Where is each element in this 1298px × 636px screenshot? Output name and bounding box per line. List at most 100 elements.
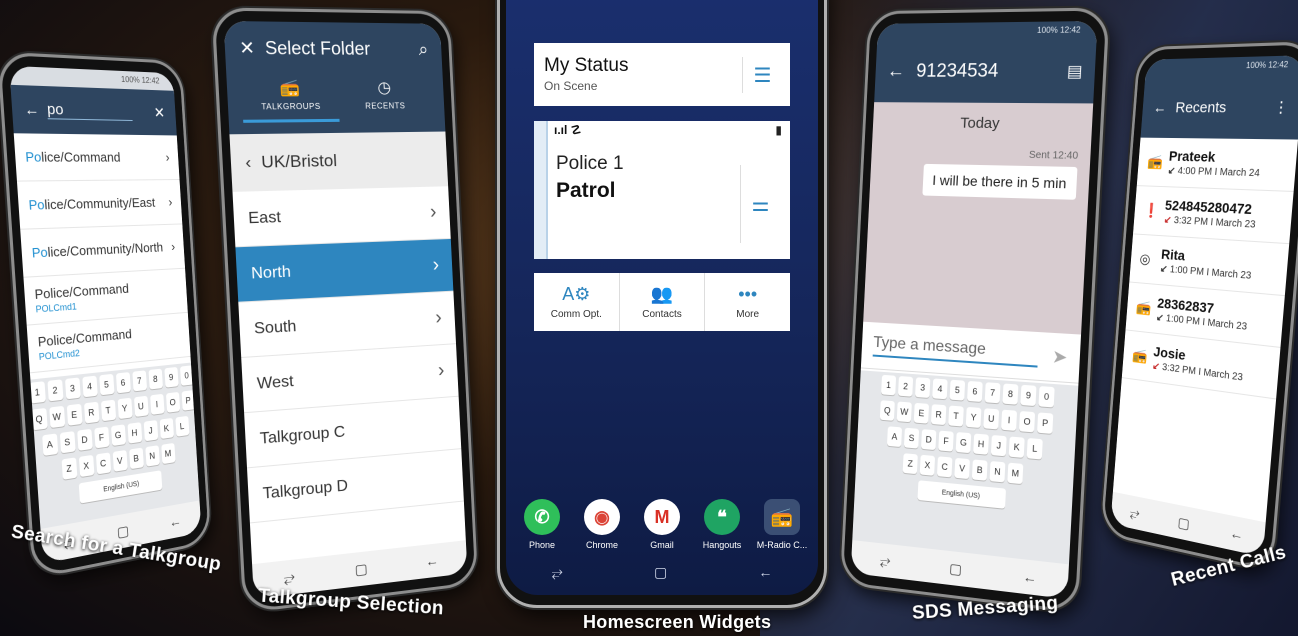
key[interactable]: D	[921, 429, 936, 450]
key[interactable]: C	[95, 452, 110, 474]
home-icon[interactable]: ▢	[1177, 513, 1190, 532]
search-query-input[interactable]: po	[47, 101, 133, 121]
key[interactable]: P	[1037, 412, 1053, 434]
key[interactable]: Z	[61, 457, 77, 479]
key[interactable]: U	[983, 408, 999, 429]
key[interactable]: 5	[99, 374, 114, 396]
app-chrome[interactable]: ◉ Chrome	[572, 499, 632, 550]
key[interactable]: Y	[966, 407, 982, 428]
key[interactable]: 1	[29, 381, 45, 403]
comm-options-button[interactable]: A⚙ Comm Opt.	[534, 273, 620, 331]
key[interactable]: G	[111, 424, 126, 446]
key[interactable]: B	[972, 459, 988, 480]
key[interactable]: J	[143, 420, 158, 441]
key[interactable]: A	[887, 426, 902, 447]
app-phone[interactable]: ✆ Phone	[512, 499, 572, 550]
recent-apps-icon[interactable]: ⥂	[552, 564, 563, 581]
key[interactable]: J	[991, 435, 1007, 456]
key[interactable]: 8	[1002, 383, 1018, 404]
key[interactable]: 9	[164, 367, 178, 388]
key[interactable]: 4	[82, 376, 97, 398]
recent-apps-icon[interactable]: ⥂	[1129, 504, 1140, 522]
tab-talkgroups[interactable]: 📻 TALKGROUPS	[241, 78, 340, 123]
key[interactable]: S	[59, 431, 75, 453]
back-arrow-icon[interactable]: ←	[24, 100, 40, 118]
back-icon[interactable]: ←	[1229, 524, 1244, 543]
recent-call-row[interactable]: 📻 Prateek ↙ 4:00 PM I March 24	[1137, 138, 1298, 192]
key[interactable]: 7	[985, 382, 1001, 403]
chevron-right-icon[interactable]: ›	[165, 150, 170, 165]
key[interactable]: 4	[932, 378, 947, 399]
key[interactable]: E	[66, 404, 82, 426]
key[interactable]: 6	[115, 372, 130, 393]
key[interactable]: W	[49, 406, 65, 428]
key[interactable]: R	[84, 402, 99, 424]
back-icon[interactable]: ←	[169, 512, 182, 530]
compose-icon[interactable]: ▤	[1066, 61, 1083, 82]
key[interactable]: Y	[117, 398, 132, 419]
key[interactable]: F	[938, 431, 953, 452]
key[interactable]: 2	[47, 379, 63, 401]
key[interactable]: Q	[31, 408, 47, 430]
chevron-right-icon[interactable]: ›	[432, 254, 439, 277]
key[interactable]: 7	[132, 370, 147, 391]
chevron-right-icon[interactable]: ›	[435, 307, 442, 330]
key[interactable]: H	[127, 422, 142, 444]
more-button[interactable]: ••• More	[705, 273, 790, 331]
back-icon[interactable]: ←	[425, 552, 439, 569]
chevron-right-icon[interactable]: ›	[437, 360, 444, 383]
search-result-row[interactable]: Police/Community/East ›	[17, 180, 182, 230]
tab-recents[interactable]: ◷ RECENTS	[337, 78, 431, 122]
key[interactable]: 0	[1038, 386, 1054, 407]
key[interactable]: H	[973, 433, 989, 454]
key[interactable]: U	[134, 396, 149, 417]
home-icon[interactable]: ▢	[654, 564, 667, 581]
search-result-row[interactable]: Police/Command ›	[14, 133, 180, 181]
key[interactable]: K	[1009, 436, 1025, 457]
toggle-settings-icon[interactable]: ⚌	[740, 165, 780, 243]
key[interactable]: T	[948, 405, 964, 426]
recent-apps-icon[interactable]: ⥂	[283, 568, 295, 586]
key[interactable]: 6	[967, 381, 983, 402]
app-m-radio-c[interactable]: 📻 M-Radio C...	[752, 499, 812, 550]
key[interactable]: T	[100, 400, 115, 422]
key[interactable]: D	[77, 429, 93, 451]
key[interactable]: Z	[903, 453, 918, 474]
key[interactable]: 9	[1020, 385, 1036, 406]
key[interactable]: L	[1027, 438, 1043, 460]
key[interactable]: X	[78, 455, 94, 477]
app-hangouts[interactable]: ❝ Hangouts	[692, 499, 752, 550]
key[interactable]: S	[904, 428, 919, 449]
back-icon[interactable]: ←	[1022, 568, 1037, 586]
key[interactable]: R	[931, 404, 946, 425]
key[interactable]: G	[956, 432, 972, 453]
chevron-left-icon[interactable]: ‹	[245, 152, 252, 173]
chevron-right-icon[interactable]: ›	[430, 201, 437, 224]
back-arrow-icon[interactable]: ←	[886, 61, 905, 83]
key[interactable]: X	[920, 455, 935, 476]
key[interactable]: F	[94, 427, 109, 449]
key[interactable]: B	[129, 448, 144, 470]
breadcrumb[interactable]: ‹ UK/Bristol	[229, 132, 448, 192]
status-widget[interactable]: My Status On Scene ☰	[534, 43, 790, 106]
key[interactable]: 8	[148, 369, 162, 390]
key[interactable]: P	[181, 390, 195, 411]
key[interactable]: I	[1001, 410, 1017, 431]
status-list-icon[interactable]: ☰	[742, 57, 782, 93]
key[interactable]: M	[161, 443, 175, 464]
key[interactable]: V	[954, 458, 970, 479]
chevron-right-icon[interactable]: ›	[171, 239, 176, 254]
key[interactable]: N	[145, 445, 160, 466]
recent-apps-icon[interactable]: ⥂	[880, 552, 891, 570]
key[interactable]: M	[1007, 463, 1023, 485]
clear-icon[interactable]: ✕	[153, 104, 165, 122]
radio-widget[interactable]: ı.ıl ☡ ▮ Police 1 Patrol ⚌	[534, 121, 790, 259]
folder-item[interactable]: East ›	[232, 186, 450, 247]
key[interactable]: W	[897, 401, 912, 422]
key[interactable]: O	[166, 392, 180, 413]
key[interactable]: 3	[65, 377, 81, 399]
app-gmail[interactable]: M Gmail	[632, 499, 692, 550]
key[interactable]: 5	[950, 380, 966, 401]
key[interactable]: E	[914, 403, 929, 424]
space-key[interactable]: English (US)	[917, 480, 1006, 509]
